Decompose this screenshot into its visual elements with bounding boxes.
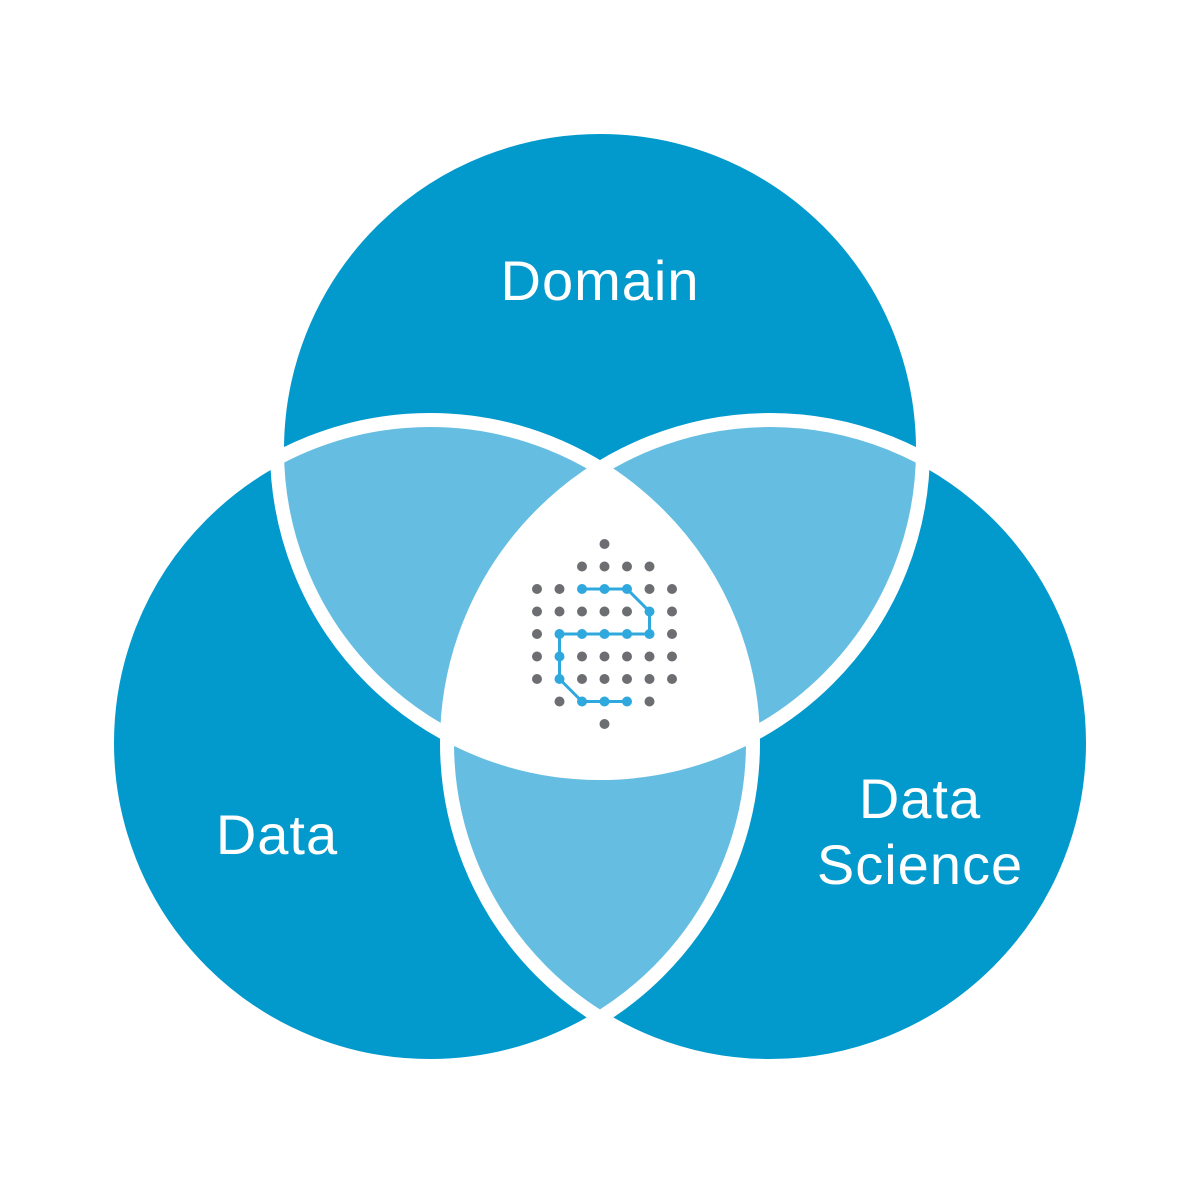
logo-dot — [599, 629, 610, 639]
logo-dot — [644, 651, 655, 662]
logo-dot — [599, 696, 610, 707]
logo-dot — [554, 606, 565, 617]
label-domain: Domain — [501, 249, 700, 312]
logo-dot — [667, 651, 677, 662]
label-data-science-line1: Data — [859, 767, 981, 830]
logo-dot — [577, 606, 587, 617]
logo-dot — [622, 606, 632, 617]
logo-dot — [667, 674, 677, 684]
logo-dot — [599, 561, 610, 572]
logo-dot — [532, 651, 542, 662]
logo-dot — [644, 629, 655, 639]
logo-dot — [644, 584, 655, 594]
logo-dot — [667, 584, 677, 594]
logo-dot — [667, 606, 677, 617]
label-data-science-line2: Science — [817, 833, 1023, 896]
logo-dot — [532, 674, 542, 684]
logo-dot — [532, 584, 542, 594]
logo-dot — [599, 539, 610, 549]
logo-dot — [599, 651, 610, 662]
logo-dot — [599, 674, 610, 684]
label-data: Data — [216, 803, 338, 866]
logo-dot — [644, 674, 655, 684]
logo-dot — [554, 674, 565, 684]
logo-dot — [644, 606, 655, 617]
venn-diagram: Domain Data Data Science — [0, 0, 1200, 1200]
logo-dot — [622, 674, 632, 684]
logo-dot — [532, 606, 542, 617]
logo-dot — [622, 629, 632, 639]
logo-dot — [599, 584, 610, 594]
logo-dot — [577, 629, 587, 639]
logo-dot — [644, 696, 655, 707]
logo-dot — [554, 651, 565, 662]
logo-dot — [554, 696, 565, 707]
logo-dot — [667, 629, 677, 639]
logo-dot — [577, 584, 587, 594]
logo-dot — [554, 584, 565, 594]
logo-dot — [532, 629, 542, 639]
logo-dot — [577, 674, 587, 684]
logo-dot — [599, 606, 610, 617]
logo-dot — [577, 651, 587, 662]
logo-dot — [622, 651, 632, 662]
logo-dot — [644, 561, 655, 572]
venn-svg: Domain Data Data Science — [100, 120, 1100, 1073]
logo-dot — [622, 561, 632, 572]
logo-dot — [577, 696, 587, 707]
logo-dot — [577, 561, 587, 572]
logo-dot — [622, 584, 632, 594]
logo-dot — [622, 696, 632, 707]
logo-dot — [599, 719, 610, 729]
logo-dot — [554, 629, 565, 639]
